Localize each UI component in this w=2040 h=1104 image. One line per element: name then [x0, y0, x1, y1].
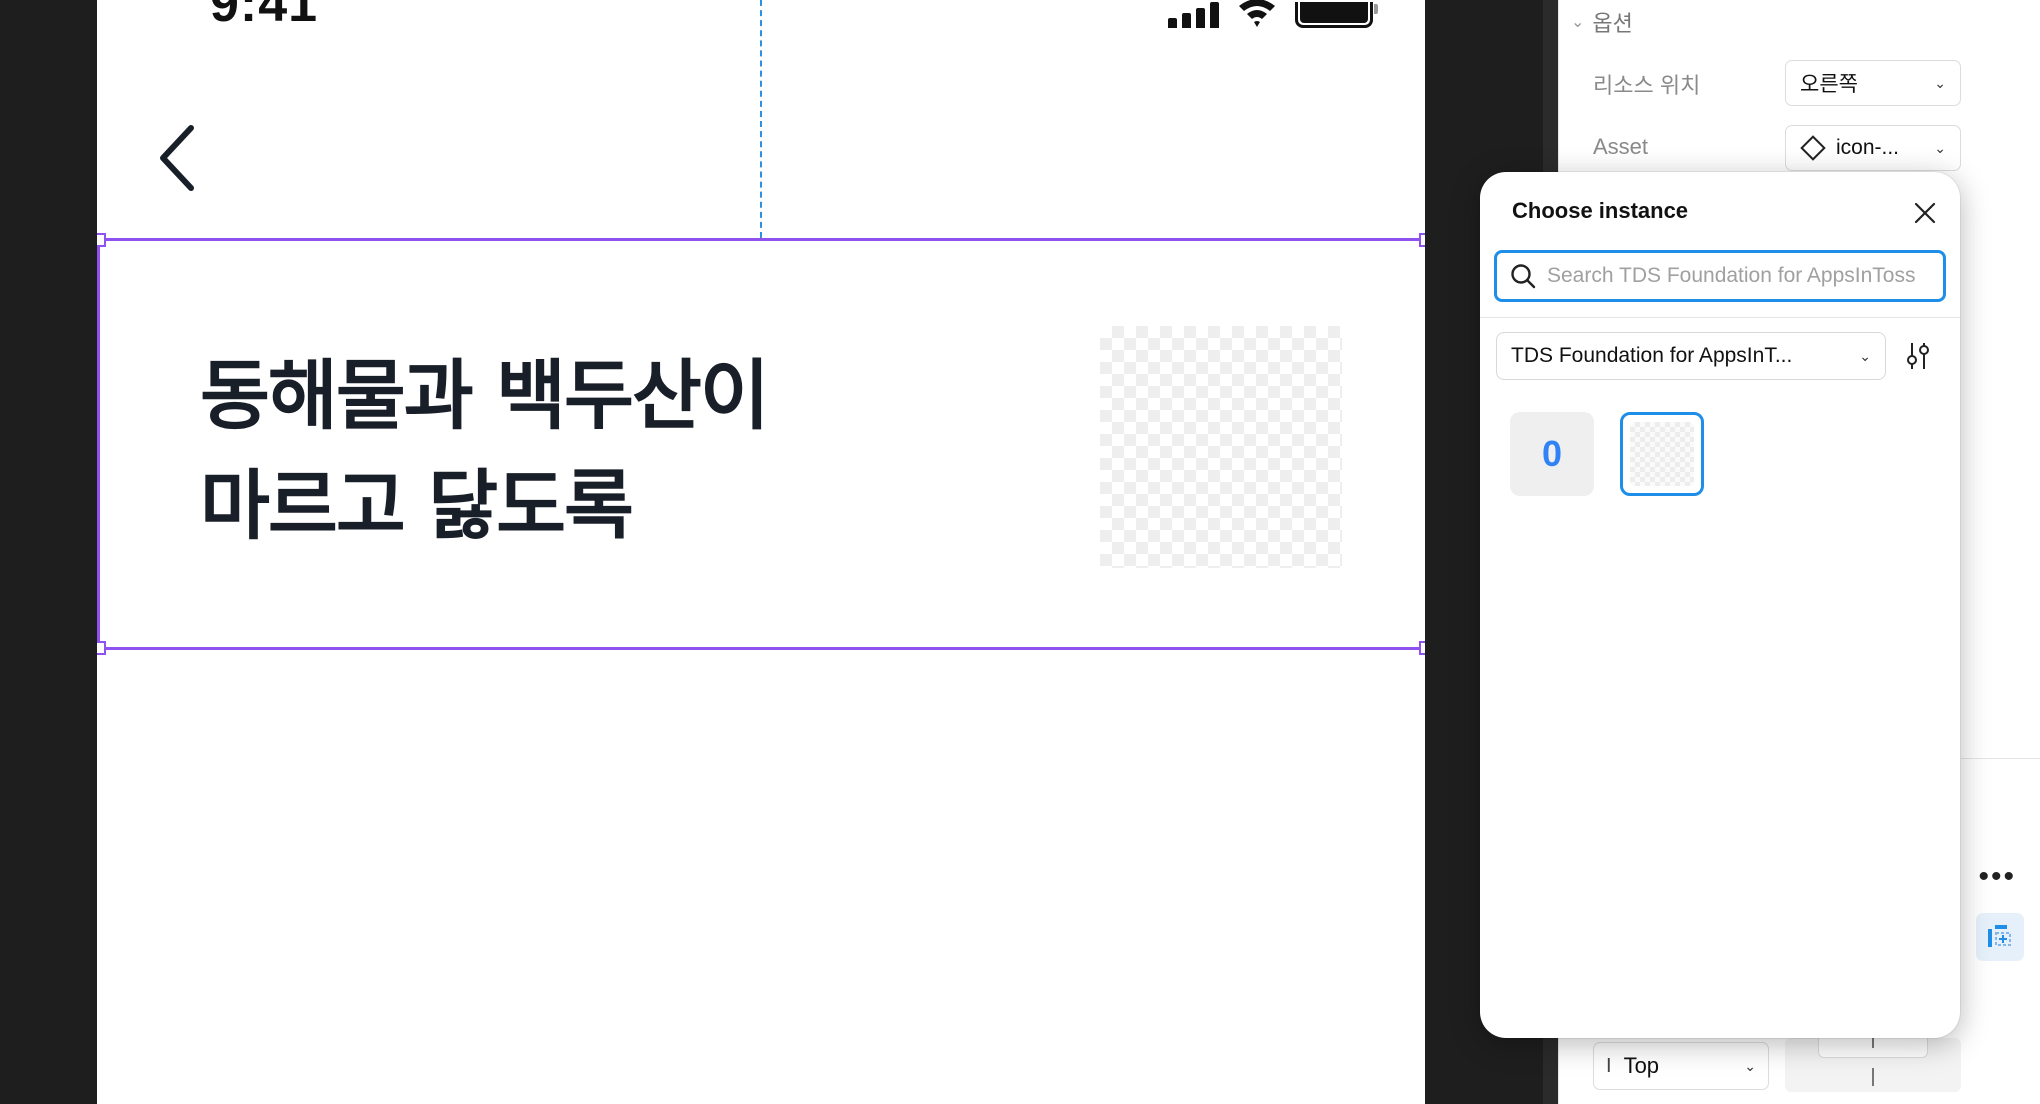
popover-divider [1480, 317, 1960, 318]
library-select[interactable]: TDS Foundation for AppsInT... ⌄ [1496, 332, 1886, 380]
resource-position-select[interactable]: 오른쪽 ⌄ [1785, 60, 1961, 106]
asset-placeholder-image[interactable] [1100, 326, 1342, 568]
phone-frame[interactable]: 9:41 동해물과 백두산이 마르고 닳도록 [97, 0, 1425, 1104]
filter-icon[interactable] [1900, 338, 1936, 374]
status-time: 9:41 [210, 0, 319, 33]
more-icon[interactable]: ••• [1978, 860, 2016, 894]
instance-search-input[interactable] [1547, 264, 1931, 288]
chevron-down-icon: ⌄ [1934, 139, 1946, 156]
asset-select[interactable]: icon-... ⌄ [1785, 125, 1961, 171]
design-canvas[interactable]: 9:41 동해물과 백두산이 마르고 닳도록 [0, 0, 1558, 1104]
selected-list-row[interactable]: 동해물과 백두산이 마르고 닳도록 [97, 233, 1425, 655]
headline-text: 동해물과 백두산이 마르고 닳도록 [200, 341, 770, 561]
resource-position-label: 리소스 위치 [1593, 73, 1701, 98]
vertical-align-value: Top [1623, 1053, 1660, 1078]
popover-title: Choose instance [1512, 198, 1689, 223]
instance-search-box[interactable] [1494, 250, 1946, 302]
asset-label: Asset [1593, 134, 1649, 159]
signal-icon [1168, 2, 1219, 28]
resize-handle-bottom-left[interactable] [97, 641, 106, 655]
choose-instance-popover: Choose instance TDS Foundation for AppsI… [1480, 172, 1960, 1038]
back-chevron-icon[interactable] [155, 124, 199, 192]
headline-line-2: 마르고 닳도록 [200, 461, 634, 550]
battery-icon [1295, 2, 1378, 28]
layout-guide-line [760, 0, 762, 238]
wifi-icon [1237, 0, 1277, 28]
resize-handle-bottom-right[interactable] [1419, 641, 1425, 655]
panel-divider [1961, 758, 2040, 759]
layout-icon[interactable] [1976, 913, 2024, 961]
close-icon[interactable] [1908, 196, 1942, 230]
headline-line-1: 동해물과 백두산이 [200, 351, 770, 440]
search-icon [1511, 264, 1536, 289]
status-icons [1168, 0, 1378, 28]
instance-tile-selected[interactable] [1620, 412, 1704, 496]
instance-tile-number[interactable]: 0 [1510, 412, 1594, 496]
vertical-align-select[interactable]: I Top ⌄ [1593, 1042, 1769, 1090]
resource-position-value: 오른쪽 [1800, 73, 1858, 96]
chevron-down-icon: ⌄ [1934, 74, 1946, 91]
asset-value: icon-... [1836, 136, 1900, 159]
library-select-value: TDS Foundation for AppsInT... [1511, 344, 1793, 367]
options-section-title[interactable]: ⌄ 옵션 [1571, 6, 1633, 38]
resize-handle-top-right[interactable] [1419, 233, 1425, 247]
chevron-down-icon: ⌄ [1744, 1057, 1756, 1074]
text-cursor-icon: I [1606, 1054, 1612, 1077]
diamond-icon [1800, 135, 1826, 161]
resize-handle-top-left[interactable] [97, 233, 106, 247]
section-title-label: 옵션 [1592, 11, 1633, 36]
transparent-preview [1630, 422, 1694, 486]
chevron-down-icon: ⌄ [1571, 14, 1585, 31]
chevron-down-icon: ⌄ [1859, 347, 1871, 364]
